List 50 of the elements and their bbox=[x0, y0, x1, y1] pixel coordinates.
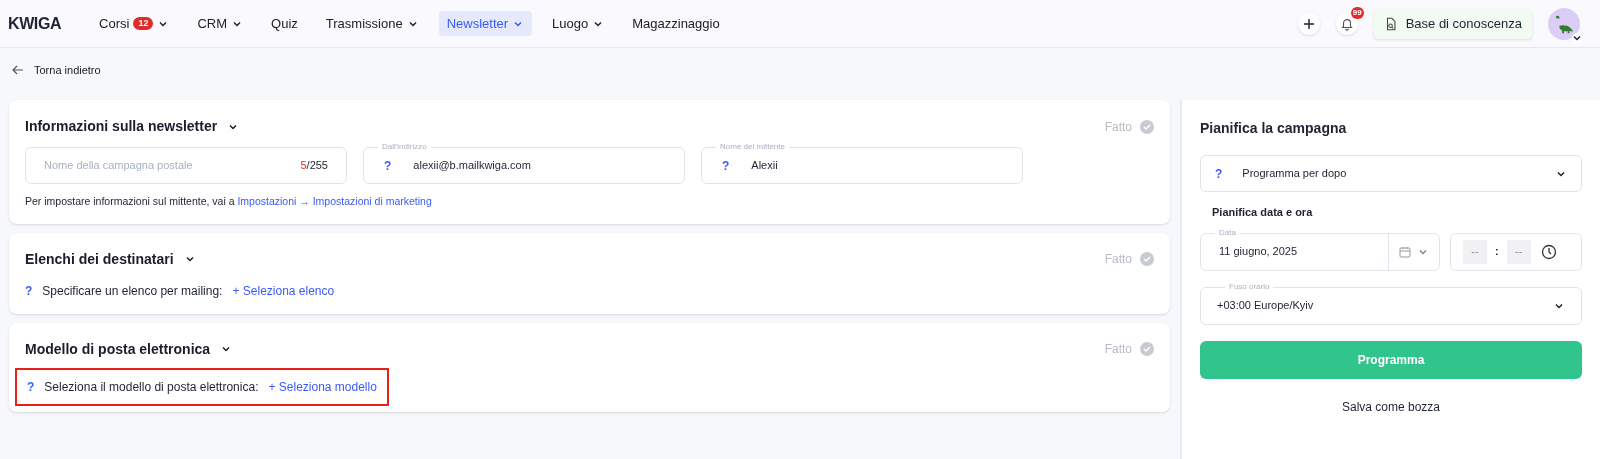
nav-tab[interactable]: Magazzinaggio bbox=[624, 11, 728, 36]
calendar-icon bbox=[1399, 245, 1411, 258]
status-label: Fatto bbox=[1104, 251, 1132, 269]
check-circle-icon bbox=[1140, 119, 1154, 134]
add-button[interactable] bbox=[1297, 12, 1320, 35]
select-link[interactable]: + Seleziona modello bbox=[268, 377, 377, 396]
nav-tab[interactable]: Luogo bbox=[544, 11, 613, 36]
count-badge: 99 bbox=[1350, 6, 1364, 19]
section-subtitle: Pianifica data e ora bbox=[1212, 205, 1314, 220]
count-badge: 12 bbox=[133, 17, 154, 30]
field-value: alexii@b.mailkwiga.com bbox=[413, 158, 531, 174]
campaign-name-field[interactable]: Nome della campagna postale 5/255 bbox=[25, 147, 347, 184]
help-icon[interactable]: ? bbox=[25, 281, 33, 300]
help-icon[interactable]: ? bbox=[722, 156, 730, 175]
status-label: Fatto bbox=[1104, 341, 1132, 359]
check-circle-icon bbox=[1140, 252, 1154, 267]
avatar[interactable] bbox=[1548, 7, 1580, 40]
prompt-text: Specificare un elenco per mailing: bbox=[42, 282, 223, 300]
plus-icon bbox=[1302, 17, 1315, 30]
back-link[interactable]: Torna indietro bbox=[12, 61, 101, 79]
bell-icon bbox=[1339, 16, 1354, 31]
character-counter: 5/255 bbox=[300, 158, 328, 174]
nav-tab[interactable]: Quiz bbox=[263, 11, 306, 36]
nav-tab[interactable]: Newsletter bbox=[438, 11, 533, 36]
help-icon[interactable]: ? bbox=[1215, 164, 1223, 183]
status-label: Fatto bbox=[1104, 118, 1132, 136]
time-separator: : bbox=[1495, 244, 1499, 260]
panel-title: Pianifica la campagna bbox=[1200, 119, 1348, 138]
help-icon[interactable]: ? bbox=[27, 377, 35, 396]
clock-icon bbox=[1540, 243, 1557, 260]
field-value: 11 giugno, 2025 bbox=[1218, 244, 1299, 260]
prompt-text: Seleziona il modello di posta elettronica: bbox=[44, 378, 259, 396]
help-icon[interactable]: ? bbox=[384, 156, 392, 175]
knowledge-base-button[interactable]: Base di conoscenza bbox=[1373, 8, 1532, 39]
section-toggle[interactable]: Modello di posta elettronica bbox=[25, 338, 233, 360]
arrow-left-icon bbox=[12, 65, 24, 75]
nav-tab[interactable]: CRM bbox=[189, 11, 252, 36]
logo[interactable]: KWIGA bbox=[8, 11, 62, 36]
sender-info-note: Per impostare informazioni sul mittente, vai a Impostazioni → Impostazioni di marketing bbox=[25, 194, 433, 209]
field-value: Alexii bbox=[751, 158, 778, 174]
section-toggle[interactable]: Informazioni sulla newsletter bbox=[25, 116, 240, 137]
select-link[interactable]: + Seleziona elenco bbox=[232, 281, 335, 300]
section-toggle[interactable]: Elenchi dei destinatari bbox=[25, 248, 196, 270]
nav-tab[interactable]: Trasmissione bbox=[317, 11, 427, 36]
campaign-name-input[interactable]: Nome della campagna postale bbox=[44, 157, 301, 174]
schedule-mode-dropdown[interactable]: ? Programma per dopo bbox=[1200, 155, 1582, 192]
settings-link[interactable]: Impostazioni → Impostazioni di marketing bbox=[237, 195, 432, 207]
save-draft-button[interactable]: Salva come bozza bbox=[1200, 392, 1582, 421]
check-circle-icon bbox=[1140, 342, 1154, 357]
nav-tab[interactable]: Corsi 12 bbox=[91, 11, 178, 36]
